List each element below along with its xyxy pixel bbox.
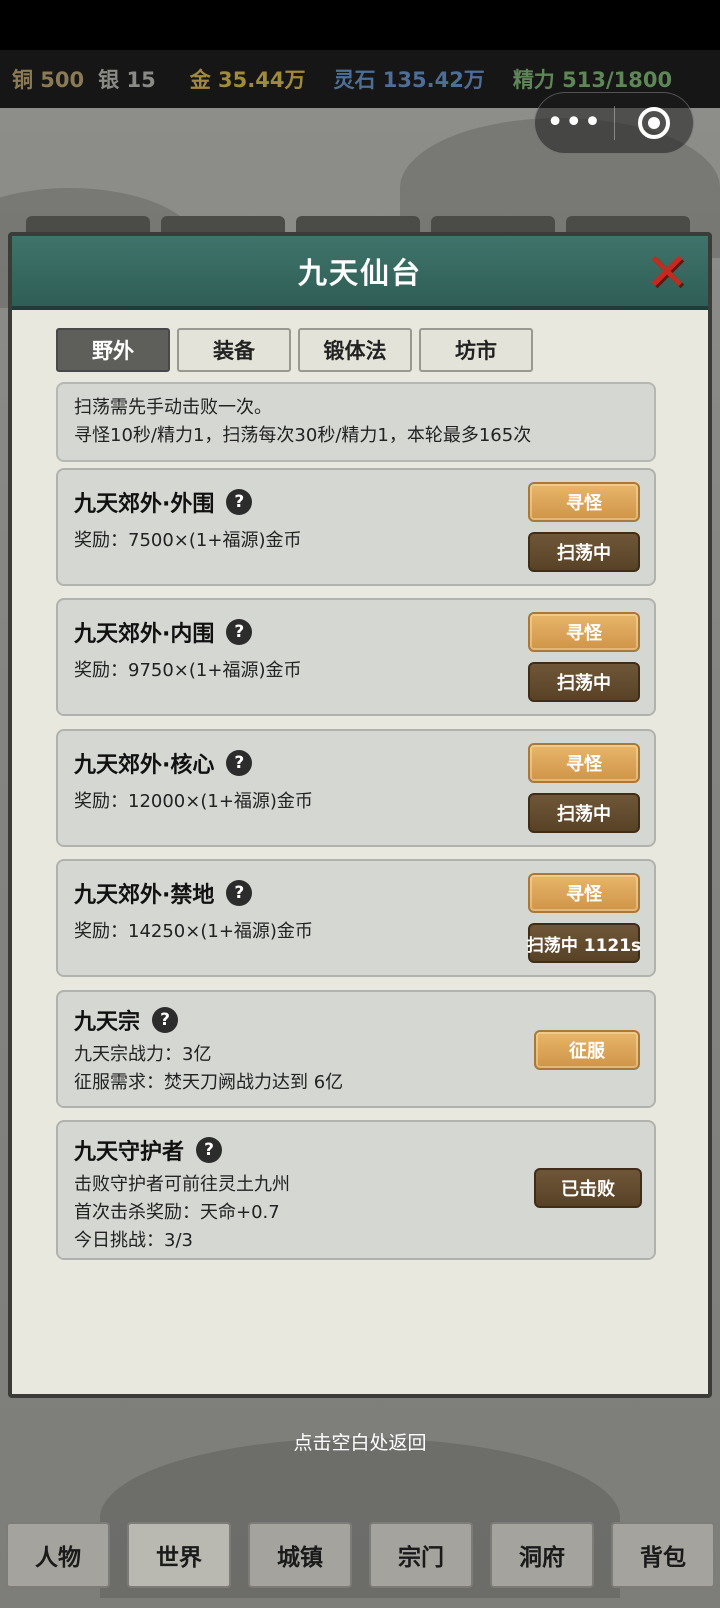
card-title: 九天守护者 ?: [74, 1134, 223, 1166]
reward-text: 奖励：7500×(1+福源)金币: [74, 530, 302, 551]
conquer-button[interactable]: 征服: [534, 1030, 640, 1070]
card-title: 九天宗 ?: [74, 1004, 179, 1036]
target-ring-icon: [637, 107, 670, 139]
tab-wild[interactable]: 野外: [56, 328, 170, 372]
card-title: 九天郊外·内围 ?: [74, 616, 253, 648]
sect-power-text: 九天宗战力：3亿: [74, 1044, 212, 1065]
close-x-icon[interactable]: ✕: [640, 246, 694, 300]
sweep-info-box: 扫荡需先手动击败一次。 寻怪10秒/精力1，扫荡每次30秒/精力1，本轮最多16…: [56, 382, 656, 462]
daily-challenge-text: 今日挑战：3/3: [74, 1230, 193, 1251]
seek-monster-button[interactable]: 寻怪: [528, 612, 640, 652]
card-title-text: 九天郊外·内围: [74, 622, 215, 647]
more-dots-icon[interactable]: •••: [535, 93, 614, 153]
defeated-button[interactable]: 已击败: [534, 1168, 642, 1208]
help-icon[interactable]: ?: [152, 1007, 179, 1033]
nav-sect[interactable]: 宗门: [369, 1522, 473, 1588]
silver-count: 银 15: [98, 68, 156, 92]
bottom-navigation: 人物 世界 城镇 宗门 洞府 背包: [6, 1522, 720, 1588]
area-card-forbidden: 九天郊外·禁地 ? 奖励：14250×(1+福源)金币 寻怪 扫荡中 1121s: [56, 859, 656, 977]
card-title: 九天郊外·禁地 ?: [74, 877, 253, 909]
capsule-close-button[interactable]: [615, 107, 694, 139]
card-title-text: 九天郊外·禁地: [74, 883, 215, 908]
help-icon[interactable]: ?: [196, 1137, 223, 1163]
nav-cave[interactable]: 洞府: [490, 1522, 594, 1588]
seek-monster-button[interactable]: 寻怪: [528, 873, 640, 913]
help-icon[interactable]: ?: [226, 489, 253, 515]
sweeping-timer-button[interactable]: 扫荡中 1121s: [527, 923, 641, 963]
sect-card: 九天宗 ? 九天宗战力：3亿 征服需求：焚天刀阙战力达到 6亿 征服: [56, 990, 656, 1108]
tab-equipment[interactable]: 装备: [177, 328, 291, 372]
reward-text: 奖励：9750×(1+福源)金币: [74, 660, 302, 681]
panel-title: 九天仙台: [297, 256, 422, 290]
category-tabs: 野外 装备 锻体法 坊市: [56, 328, 540, 372]
tab-market[interactable]: 坊市: [419, 328, 533, 372]
realm-panel: 九天仙台 ✕ 野外 装备 锻体法 坊市 扫荡需先手动击败一次。 寻怪10秒/精力…: [8, 232, 712, 1398]
area-card-outer: 九天郊外·外围 ? 奖励：7500×(1+福源)金币 寻怪 扫荡中: [56, 468, 656, 586]
nav-world[interactable]: 世界: [127, 1522, 231, 1588]
info-line: 寻怪10秒/精力1，扫荡每次30秒/精力1，本轮最多165次: [74, 425, 532, 446]
card-title-text: 九天郊外·核心: [74, 753, 215, 778]
copper-count: 铜 500: [12, 68, 85, 92]
guardian-desc-text: 击败守护者可前往灵土九州: [74, 1174, 290, 1195]
area-card-core: 九天郊外·核心 ? 奖励：12000×(1+福源)金币 寻怪 扫荡中: [56, 729, 656, 847]
gold-count: 金 35.44万: [189, 68, 306, 92]
sweeping-button[interactable]: 扫荡中: [528, 793, 640, 833]
conquer-requirement-text: 征服需求：焚天刀阙战力达到 6亿: [74, 1072, 344, 1093]
sweeping-button[interactable]: 扫荡中: [528, 532, 640, 572]
info-line: 扫荡需先手动击败一次。: [74, 397, 272, 418]
help-icon[interactable]: ?: [226, 750, 253, 776]
spirit-stone-count: 灵石 135.42万: [333, 68, 485, 92]
help-icon[interactable]: ?: [226, 880, 253, 906]
sweeping-button[interactable]: 扫荡中: [528, 662, 640, 702]
system-status-bar: [0, 0, 720, 50]
card-title: 九天郊外·核心 ?: [74, 747, 253, 779]
card-title-text: 九天宗: [74, 1010, 141, 1035]
reward-text: 奖励：12000×(1+福源)金币: [74, 791, 313, 812]
card-title-text: 九天守护者: [74, 1140, 185, 1165]
help-icon[interactable]: ?: [226, 619, 253, 645]
card-title-text: 九天郊外·外围: [74, 492, 215, 517]
energy-count: 精力 513/1800: [512, 68, 673, 92]
nav-character[interactable]: 人物: [6, 1522, 110, 1588]
mini-program-capsule: •••: [534, 92, 694, 154]
tab-body-forging[interactable]: 锻体法: [298, 328, 412, 372]
nav-town[interactable]: 城镇: [248, 1522, 352, 1588]
seek-monster-button[interactable]: 寻怪: [528, 482, 640, 522]
guardian-card: 九天守护者 ? 击败守护者可前往灵土九州 首次击杀奖励：天命+0.7 今日挑战：…: [56, 1120, 656, 1260]
area-card-inner: 九天郊外·内围 ? 奖励：9750×(1+福源)金币 寻怪 扫荡中: [56, 598, 656, 716]
tap-blank-to-return-hint[interactable]: 点击空白处返回: [0, 1428, 720, 1455]
reward-text: 奖励：14250×(1+福源)金币: [74, 921, 313, 942]
panel-header: 九天仙台 ✕: [12, 236, 708, 310]
first-kill-reward-text: 首次击杀奖励：天命+0.7: [74, 1202, 280, 1223]
seek-monster-button[interactable]: 寻怪: [528, 743, 640, 783]
card-title: 九天郊外·外围 ?: [74, 486, 253, 518]
nav-backpack[interactable]: 背包: [611, 1522, 715, 1588]
